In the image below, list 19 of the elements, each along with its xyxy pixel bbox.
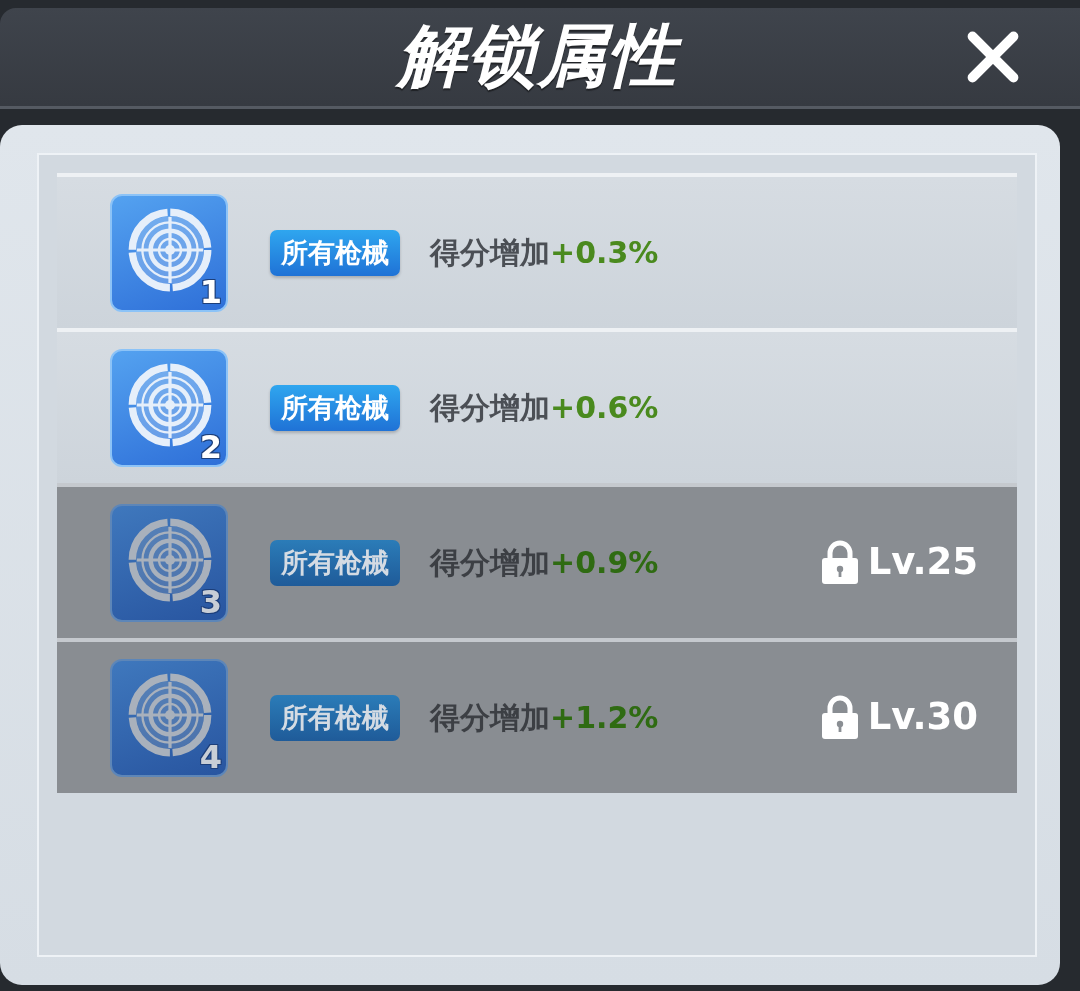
weapon-tag: 所有枪械 <box>270 539 400 586</box>
tile-number: 1 <box>199 275 222 308</box>
bonus-text: 得分增加+0.9% <box>430 544 659 581</box>
unlock-level: Lv.30 <box>867 695 978 740</box>
lock-icon <box>821 695 858 740</box>
tile-number: 3 <box>199 585 222 618</box>
close-button[interactable] <box>966 30 1020 84</box>
tile-number: 2 <box>199 430 222 463</box>
tile-number: 4 <box>199 740 222 773</box>
unlock-level: Lv.25 <box>867 540 978 585</box>
bonus-text: 得分增加+0.3% <box>430 234 659 271</box>
close-icon <box>966 30 1020 84</box>
lock-icon <box>821 540 858 585</box>
weapon-tag: 所有枪械 <box>270 694 400 741</box>
bonus-text: 得分增加+0.6% <box>430 389 659 426</box>
weapon-tag: 所有枪械 <box>270 229 400 276</box>
weapon-tag: 所有枪械 <box>270 384 400 431</box>
dialog-title: 解锁属性 <box>386 14 694 100</box>
bonus-text: 得分增加+1.2% <box>430 699 659 736</box>
